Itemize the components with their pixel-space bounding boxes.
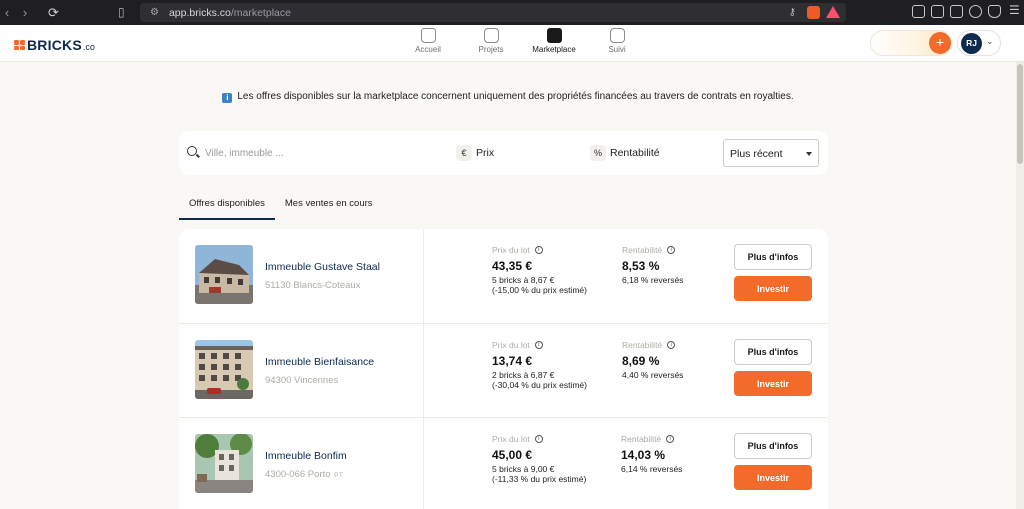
site-settings-icon[interactable]: ⚙ — [150, 7, 159, 18]
address-bar[interactable]: ▯ ⚙ app.bricks.co/marketplace ⚷ — [118, 3, 846, 22]
property-location: 94300 Vincennes — [265, 375, 339, 386]
search-icon — [187, 146, 197, 156]
info-icon[interactable]: i — [534, 435, 543, 443]
url-text: app.bricks.co/marketplace — [168, 6, 291, 19]
bricks-logo[interactable]: BRICKS .co — [14, 37, 95, 53]
row-divider — [423, 324, 424, 418]
row-divider — [423, 418, 424, 509]
wallet-icon[interactable] — [950, 5, 963, 18]
price-column: Prix du lot i 45,00 € 5 bricks à 9,00 € (… — [492, 434, 587, 484]
search-input[interactable] — [205, 144, 405, 162]
info-icon[interactable]: i — [534, 246, 543, 254]
yield-column: Rentabilité i 14,03 % 6,14 % reversés — [621, 434, 683, 474]
royalties-notice: i Les offres disponibles sur la marketpla… — [0, 91, 1016, 103]
bricks-count: 5 bricks à 9,00 € — [492, 464, 555, 474]
property-location: 4300-066 Porto PT — [265, 469, 344, 480]
account-menu[interactable]: RJ ⌄ — [957, 30, 1001, 56]
listings-card: Immeuble Gustave Staal 51130 Blancs-Cote… — [179, 229, 828, 509]
add-funds-button[interactable]: + — [929, 32, 951, 54]
tab-mes-ventes[interactable]: Mes ventes en cours — [275, 194, 383, 220]
percent-icon: % — [590, 145, 606, 161]
marketplace-icon — [546, 28, 562, 43]
yield-column: Rentabilité i 8,69 % 4,40 % reversés — [622, 340, 684, 380]
scrollbar-thumb[interactable] — [1017, 64, 1023, 164]
lot-price: 13,74 € — [492, 354, 533, 368]
main-nav: Accueil Projets Marketplace Suivi — [398, 28, 650, 60]
invest-button[interactable]: Investir — [734, 276, 812, 301]
browser-toolbar: ‹ › ⟳ ▯ ⚙ app.bricks.co/marketplace ⚷ ☰ — [0, 0, 1024, 25]
property-photo — [195, 434, 253, 493]
offer-tabs: Offres disponibles Mes ventes en cours — [179, 194, 383, 220]
leo-ai-icon[interactable] — [969, 5, 982, 18]
yield-paid: 6,14 % reversés — [621, 464, 683, 474]
more-info-button[interactable]: Plus d'infos — [734, 244, 812, 270]
nav-marketplace[interactable]: Marketplace — [524, 28, 584, 60]
discount-text: (-30,04 % du prix estimé) — [492, 380, 587, 390]
brave-rewards-icon[interactable] — [826, 6, 840, 18]
menu-icon[interactable]: ☰ — [1009, 3, 1020, 17]
extensions-icon[interactable] — [912, 5, 925, 18]
yield-value: 14,03 % — [621, 448, 666, 462]
yield-paid: 4,40 % reversés — [622, 370, 684, 380]
listing-row[interactable]: Immeuble Bienfaisance 94300 Vincennes Pr… — [179, 323, 828, 418]
property-location: 51130 Blancs-Coteaux — [265, 280, 361, 291]
vpn-shield-icon[interactable] — [988, 5, 1001, 18]
row-divider — [423, 229, 424, 323]
listing-row[interactable]: Immeuble Gustave Staal 51130 Blancs-Cote… — [179, 229, 828, 323]
brave-shields-icon[interactable] — [807, 6, 820, 19]
info-icon[interactable]: i — [667, 341, 676, 349]
euro-icon: € — [456, 145, 472, 161]
property-photo — [195, 245, 253, 304]
bricks-logo-icon — [14, 40, 25, 50]
chart-icon — [609, 28, 625, 43]
yield-value: 8,69 % — [622, 354, 660, 368]
nav-accueil[interactable]: Accueil — [398, 28, 458, 60]
info-icon[interactable]: i — [666, 435, 675, 443]
tab-offres-disponibles[interactable]: Offres disponibles — [179, 194, 275, 220]
home-icon — [420, 28, 436, 43]
bookmark-icon[interactable]: ▯ — [118, 5, 125, 19]
bricks-count: 2 bricks à 6,87 € — [492, 370, 555, 380]
password-key-icon[interactable]: ⚷ — [789, 7, 796, 18]
property-name[interactable]: Immeuble Bienfaisance — [265, 356, 374, 368]
more-info-button[interactable]: Plus d'infos — [734, 433, 812, 459]
price-filter[interactable]: € Prix — [456, 145, 494, 161]
invest-button[interactable]: Investir — [734, 465, 812, 490]
property-name[interactable]: Immeuble Bonfim — [265, 450, 347, 462]
nav-suivi[interactable]: Suivi — [587, 28, 647, 60]
yield-value: 8,53 % — [622, 259, 660, 273]
info-icon[interactable]: i — [534, 341, 543, 349]
yield-filter[interactable]: % Rentabilité — [590, 145, 660, 161]
sidebar-icon[interactable] — [931, 5, 944, 18]
reload-icon[interactable]: ⟳ — [48, 5, 59, 21]
buildings-icon — [483, 28, 499, 43]
chevron-down-icon: ⌄ — [986, 36, 994, 46]
info-icon: i — [222, 93, 233, 103]
listing-row[interactable]: Immeuble Bonfim 4300-066 Porto PT Prix d… — [179, 417, 828, 509]
lot-price: 45,00 € — [492, 448, 533, 462]
bricks-count: 5 bricks à 8,67 € — [492, 275, 555, 285]
avatar: RJ — [961, 33, 982, 54]
discount-text: (-15,00 % du prix estimé) — [492, 285, 587, 295]
forward-icon[interactable]: › — [18, 5, 32, 20]
property-photo — [195, 340, 253, 399]
price-column: Prix du lot i 13,74 € 2 bricks à 6,87 € (… — [492, 340, 587, 390]
yield-column: Rentabilité i 8,53 % 6,18 % reversés — [622, 245, 684, 285]
page-scrollbar[interactable] — [1016, 62, 1024, 509]
filter-bar: € Prix % Rentabilité Plus récent — [179, 131, 828, 175]
more-info-button[interactable]: Plus d'infos — [734, 339, 812, 365]
lot-price: 43,35 € — [492, 259, 533, 273]
yield-paid: 6,18 % reversés — [622, 275, 684, 285]
discount-text: (-11,33 % du prix estimé) — [492, 474, 587, 484]
nav-projets[interactable]: Projets — [461, 28, 521, 60]
invest-button[interactable]: Investir — [734, 371, 812, 396]
sort-select[interactable]: Plus récent — [723, 139, 819, 167]
back-icon[interactable]: ‹ — [0, 5, 14, 20]
price-column: Prix du lot i 43,35 € 5 bricks à 8,67 € (… — [492, 245, 587, 295]
property-name[interactable]: Immeuble Gustave Staal — [265, 261, 380, 273]
caret-down-icon — [806, 152, 812, 156]
info-icon[interactable]: i — [667, 246, 676, 254]
